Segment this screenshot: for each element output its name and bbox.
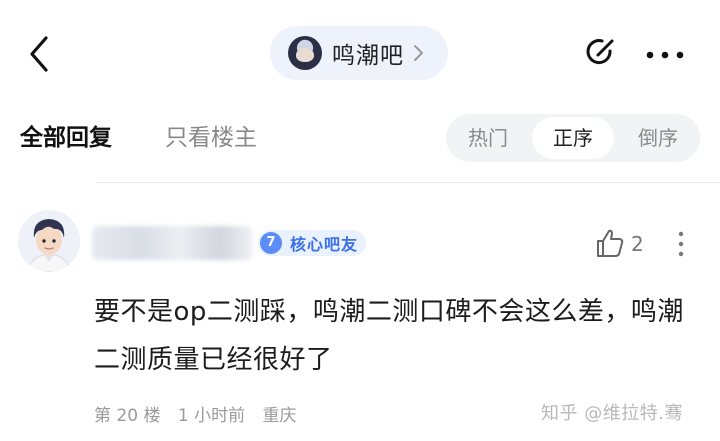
like-button[interactable] — [596, 228, 624, 258]
chevron-right-icon — [414, 45, 423, 61]
level-number: 7 — [260, 232, 282, 254]
comment-more-button[interactable] — [676, 230, 686, 258]
member-level-badge: 7 核心吧友 — [258, 230, 367, 256]
ip-location: 重庆 — [262, 406, 297, 426]
thumbs-up-icon — [597, 229, 624, 257]
forum-avatar — [288, 36, 322, 70]
more-vertical-icon — [678, 231, 684, 257]
sort-descending[interactable]: 倒序 — [616, 114, 700, 162]
comment-meta: 第 20 楼 1 小时前 重庆 — [94, 401, 309, 426]
sort-ascending[interactable]: 正序 — [532, 117, 614, 159]
watermark: 知乎 @维拉特.骞 — [541, 403, 683, 424]
forum-link[interactable]: 鸣潮吧 — [270, 26, 448, 80]
comment-text: 要不是op二测踩，鸣潮二测口碑不会这么差，鸣潮二测质量已经很好了 — [94, 297, 684, 375]
chevron-left-icon — [30, 36, 48, 72]
badge-label: 核心吧友 — [290, 235, 359, 254]
sort-segmented-control: 热门 正序 倒序 — [446, 114, 700, 162]
more-horizontal-icon — [646, 51, 684, 59]
avatar[interactable] — [18, 210, 80, 272]
edit-icon — [586, 39, 614, 65]
like-count: 2 — [631, 232, 644, 256]
edit-button[interactable] — [584, 35, 618, 69]
username-redacted[interactable] — [92, 226, 252, 260]
sort-hot[interactable]: 热门 — [446, 114, 530, 162]
forum-name: 鸣潮吧 — [332, 43, 404, 69]
tab-owner-only[interactable]: 只看楼主 — [165, 118, 257, 152]
floor-number: 第 20 楼 — [94, 406, 161, 426]
post-time: 1 小时前 — [177, 406, 246, 426]
more-options-button[interactable] — [644, 46, 686, 59]
user-avatar-illustration — [18, 210, 80, 272]
divider — [96, 182, 720, 183]
tab-all-replies[interactable]: 全部回复 — [20, 118, 112, 152]
back-button[interactable] — [22, 32, 58, 76]
